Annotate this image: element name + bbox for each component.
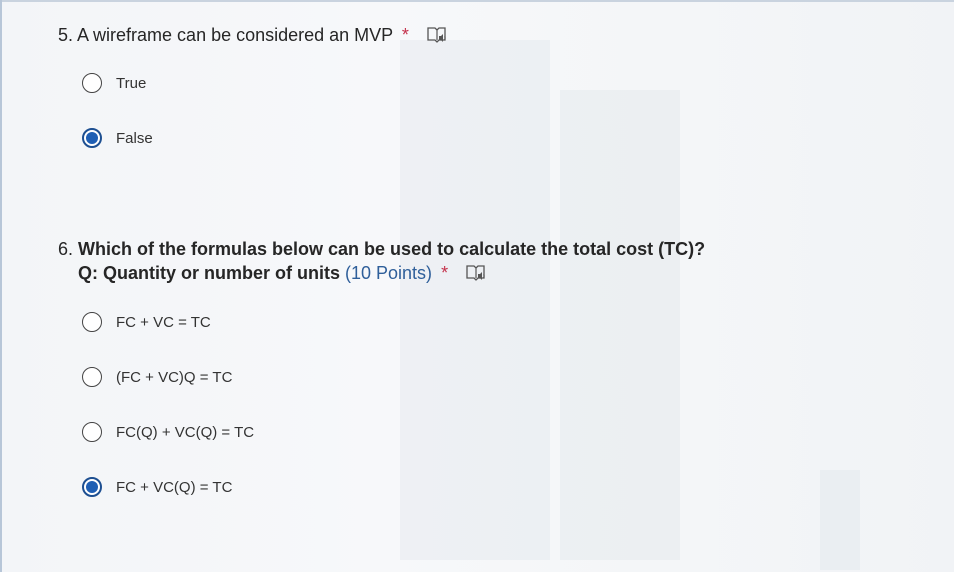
question-text: A wireframe can be considered an MVP <box>77 25 393 45</box>
question-5: 5. A wireframe can be considered an MVP … <box>58 23 448 47</box>
background-shape <box>820 470 860 570</box>
background-shape <box>400 40 550 560</box>
required-asterisk: * <box>401 25 409 45</box>
option-label: (FC + VC)Q = TC <box>116 368 233 386</box>
question-subtitle: Q: Quantity or number of units (10 Point… <box>58 261 705 285</box>
question-points: (10 Points) <box>345 263 433 283</box>
question-title: 6. Which of the formulas below can be us… <box>58 237 705 261</box>
question-title: 5. A wireframe can be considered an MVP … <box>58 23 448 47</box>
radio-button[interactable] <box>82 73 102 93</box>
option-label: True <box>116 74 147 92</box>
question-6: 6. Which of the formulas below can be us… <box>58 237 705 285</box>
question-text-line1: Which of the formulas below can be used … <box>78 239 706 259</box>
question-text-line2: Q: Quantity or number of units <box>78 263 340 283</box>
radio-button[interactable] <box>82 422 102 442</box>
question-number: 5. <box>58 25 74 45</box>
required-asterisk: * <box>441 263 449 283</box>
radio-button[interactable] <box>82 312 102 332</box>
immersive-reader-icon[interactable] <box>465 263 487 283</box>
option-label: FC + VC(Q) = TC <box>116 478 233 496</box>
immersive-reader-icon[interactable] <box>426 25 448 45</box>
radio-option-2[interactable]: (FC + VC)Q = TC <box>82 365 232 389</box>
option-label: False <box>116 129 153 147</box>
option-label: FC(Q) + VC(Q) = TC <box>116 423 255 441</box>
radio-option-4[interactable]: FC + VC(Q) = TC <box>82 475 232 499</box>
option-label: FC + VC = TC <box>116 313 211 331</box>
radio-button-selected[interactable] <box>82 477 102 497</box>
background-shape <box>560 90 680 560</box>
left-border <box>0 0 2 572</box>
radio-option-1[interactable]: FC + VC = TC <box>82 310 211 334</box>
radio-option-3[interactable]: FC(Q) + VC(Q) = TC <box>82 420 254 444</box>
radio-option-true[interactable]: True <box>82 71 146 95</box>
question-number: 6. <box>58 239 74 259</box>
radio-option-false[interactable]: False <box>82 126 153 150</box>
radio-button-selected[interactable] <box>82 128 102 148</box>
radio-button[interactable] <box>82 367 102 387</box>
top-border <box>0 0 954 2</box>
